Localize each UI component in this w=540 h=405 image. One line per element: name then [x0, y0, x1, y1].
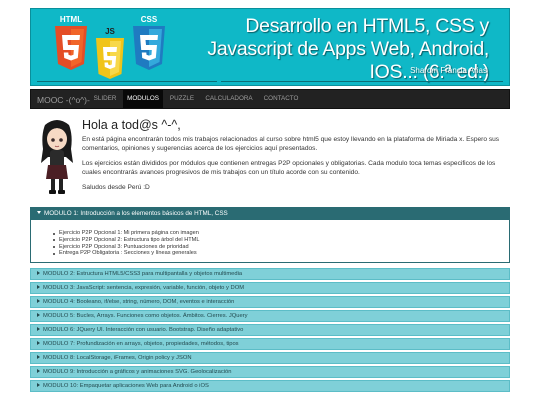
- caret-right-icon: [37, 313, 40, 317]
- module-1-header[interactable]: MODULO 1: Introducción a los elementos b…: [31, 208, 509, 220]
- caret-right-icon: [37, 355, 40, 359]
- css3-logo-label: CSS: [140, 15, 158, 24]
- module-10-title: MODULO 10: Empaquetar aplicaciones Web p…: [43, 383, 209, 389]
- module-1-link-3[interactable]: Ejercicio P2P Opcional 3: Puntuaciones d…: [53, 244, 509, 251]
- module-4-title: MODULO 4: Booleano, if/else, string, núm…: [43, 299, 235, 305]
- module-9-header[interactable]: MODULO 9: Introducción a gráficos y anim…: [30, 366, 510, 378]
- module-10-header[interactable]: MODULO 10: Empaquetar aplicaciones Web p…: [30, 380, 510, 392]
- banner-divider-right: [221, 81, 503, 82]
- module-2-header[interactable]: MODULO 2: Estructura HTML5/CSS3 para mul…: [30, 268, 510, 280]
- module-7-title: MODULO 7: Profundización en arrays, obje…: [43, 341, 239, 347]
- caret-right-icon: [37, 341, 40, 345]
- module-3-title: MODULO 3: JavaScript: sentencia, expresi…: [43, 285, 245, 291]
- header-banner: HTML JS CSS Desarrollo en HTML5, CSS y J…: [30, 8, 510, 86]
- module-1-link-4[interactable]: Entrega P2P Obligatoria : Secciones y lí…: [53, 250, 509, 257]
- module-1-link-2[interactable]: Ejercicio P2P Opcional 2: Estructura tip…: [53, 237, 509, 244]
- module-6-header[interactable]: MODULO 6: JQuery UI. Interacción con usu…: [30, 324, 510, 336]
- module-1-panel: MODULO 1: Introducción a los elementos b…: [30, 207, 510, 263]
- intro-paragraph-2: Los ejercicios están divididos por módul…: [82, 160, 496, 176]
- nav-item-puzzle[interactable]: PUZZLE: [165, 90, 199, 108]
- author-name: Sharom Francia Arias: [410, 66, 487, 75]
- module-6-title: MODULO 6: JQuery UI. Interacción con usu…: [43, 327, 244, 333]
- nav-item-modulos[interactable]: MODULOS: [123, 90, 163, 108]
- module-5-title: MODULO 5: Bucles, Arrays. Funciones como…: [43, 313, 248, 319]
- js-logo-label: JS: [105, 27, 115, 36]
- banner-divider-left: [37, 81, 217, 82]
- module-8-header[interactable]: MODULO 8: LocalStorage, iFrames, Origin …: [30, 352, 510, 364]
- caret-right-icon: [37, 299, 40, 303]
- module-9-title: MODULO 9: Introducción a gráficos y anim…: [43, 369, 232, 375]
- module-3-header[interactable]: MODULO 3: JavaScript: sentencia, expresi…: [30, 282, 510, 294]
- html5-logo-icon: HTML: [51, 15, 91, 71]
- navbar-brand[interactable]: MOOC -(^o^)-: [37, 95, 90, 105]
- module-4-header[interactable]: MODULO 4: Booleano, if/else, string, núm…: [30, 296, 510, 308]
- greeting-heading: Hola a tod@s ^-^,: [82, 118, 181, 132]
- nav-item-calculadora[interactable]: CALCULADORA: [201, 90, 257, 108]
- module-1-list: Ejercicio P2P Opcional 1: Mi primera pág…: [31, 220, 509, 257]
- intro-paragraph-3: Saludos desde Perú :D: [82, 184, 150, 191]
- js-logo-icon: JS: [93, 27, 127, 85]
- module-7-header[interactable]: MODULO 7: Profundización en arrays, obje…: [30, 338, 510, 350]
- html5-logo-label: HTML: [59, 15, 83, 24]
- module-8-title: MODULO 8: LocalStorage, iFrames, Origin …: [43, 355, 192, 361]
- css3-logo-icon: CSS: [129, 15, 169, 71]
- module-1-title: MODULO 1: Introducción a los elementos b…: [44, 210, 228, 217]
- module-2-title: MODULO 2: Estructura HTML5/CSS3 para mul…: [43, 271, 243, 277]
- avatar-girl-image: [36, 117, 78, 197]
- caret-right-icon: [37, 327, 40, 331]
- module-5-header[interactable]: MODULO 5: Bucles, Arrays. Funciones como…: [30, 310, 510, 322]
- caret-right-icon: [37, 383, 40, 387]
- caret-down-icon: [37, 211, 41, 214]
- navbar: MOOC -(^o^)- SLIDER MODULOS PUZZLE CALCU…: [30, 89, 510, 109]
- intro-paragraph-1: En está página encontrarán todos mis tra…: [82, 136, 500, 152]
- caret-right-icon: [37, 369, 40, 373]
- caret-right-icon: [37, 285, 40, 289]
- nav-item-slider[interactable]: SLIDER: [89, 90, 121, 108]
- nav-item-contacto[interactable]: CONTACTO: [259, 90, 303, 108]
- module-1-link-1[interactable]: Ejercicio P2P Opcional 1: Mi primera pág…: [53, 230, 509, 237]
- caret-right-icon: [37, 271, 40, 275]
